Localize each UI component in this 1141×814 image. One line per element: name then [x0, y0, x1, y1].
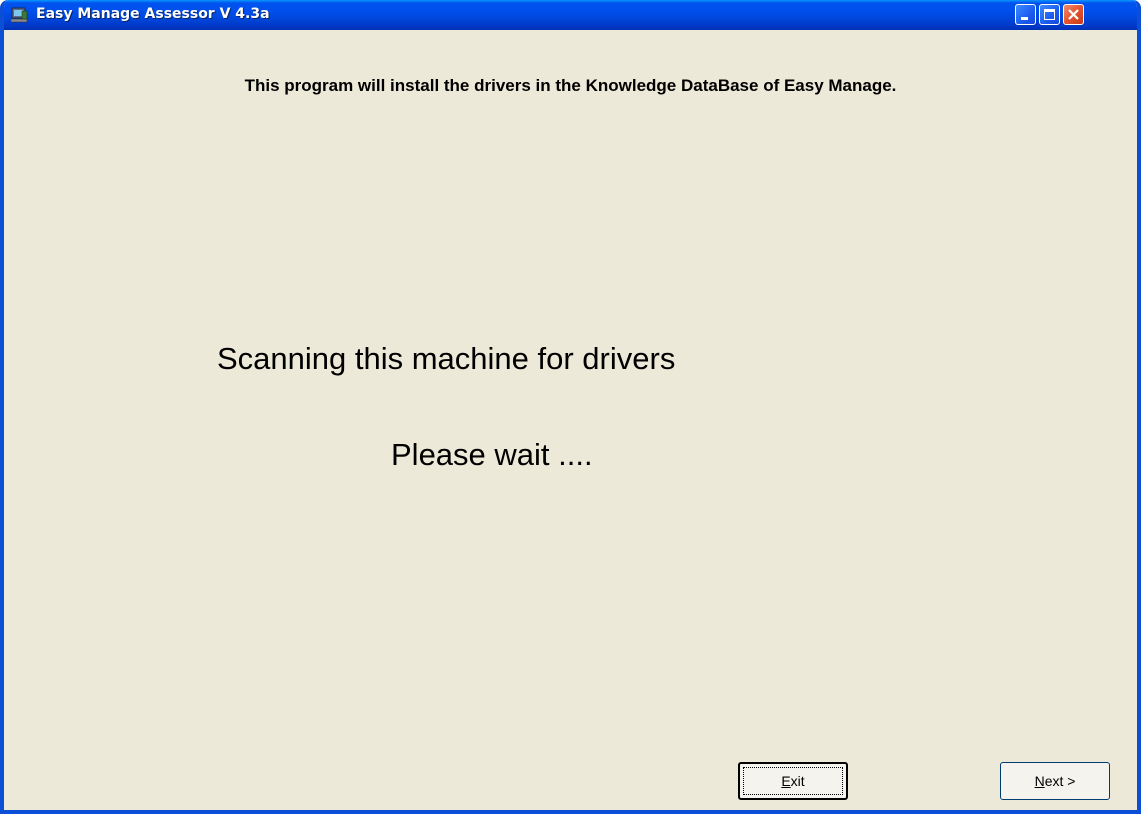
close-icon	[1068, 9, 1079, 20]
install-description: This program will install the drivers in…	[244, 76, 897, 95]
maximize-button[interactable]	[1039, 4, 1060, 25]
next-button-mnemonic: N	[1034, 773, 1045, 789]
app-window: Easy Manage Assessor V 4.3a This program…	[0, 0, 1141, 814]
exit-button-label: xit	[790, 773, 805, 789]
app-computer-icon	[11, 7, 28, 23]
maximize-icon	[1044, 9, 1055, 20]
close-button[interactable]	[1063, 4, 1084, 25]
exit-button[interactable]: Exit	[738, 762, 848, 800]
exit-button-mnemonic: E	[781, 773, 791, 789]
next-button-label: ext >	[1044, 773, 1076, 789]
minimize-icon	[1021, 17, 1028, 20]
minimize-button[interactable]	[1015, 4, 1036, 25]
scanning-status-text: Scanning this machine for drivers	[217, 341, 676, 376]
please-wait-text: Please wait ....	[391, 437, 593, 472]
title-bar[interactable]: Easy Manage Assessor V 4.3a	[4, 0, 1137, 30]
next-button[interactable]: Next >	[1000, 762, 1110, 800]
window-title: Easy Manage Assessor V 4.3a	[36, 6, 270, 22]
